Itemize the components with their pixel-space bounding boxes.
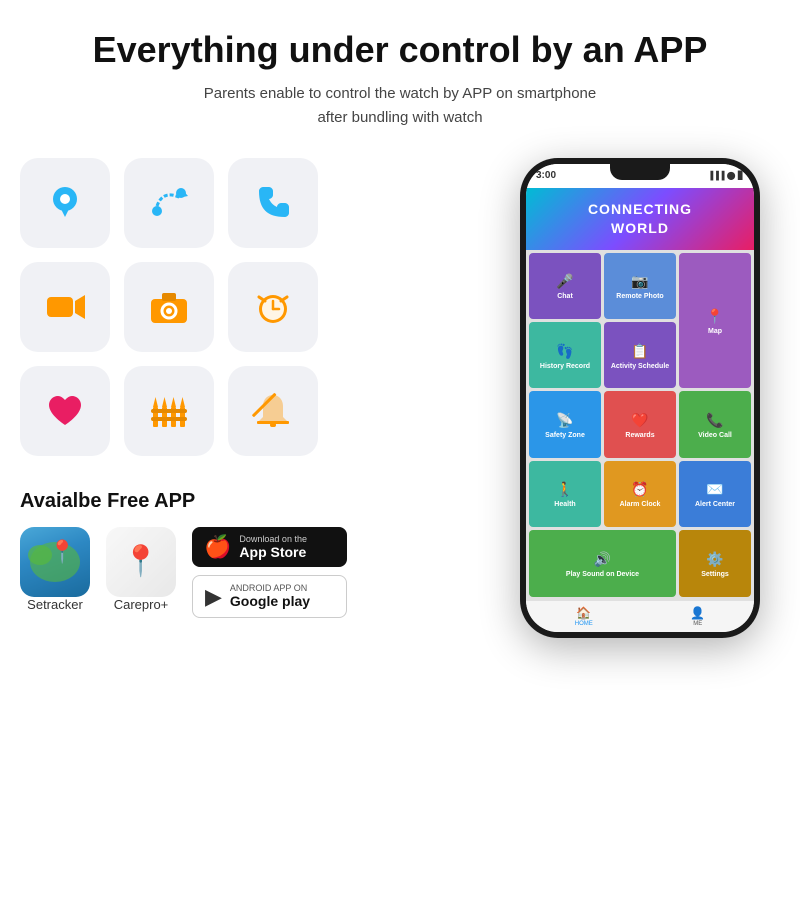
video-icon-box (20, 262, 110, 352)
play-sound-label: Play Sound on Device (566, 571, 639, 578)
page-subtitle: Parents enable to control the watch by A… (204, 82, 596, 130)
carepro-label: Carepro+ (114, 597, 169, 612)
setracker-app: 📍 Setracker (20, 527, 90, 612)
me-nav-label: ME (693, 621, 702, 627)
app-cell-alarm[interactable]: ⏰ Alarm Clock (604, 461, 676, 527)
phone-outer: 3:00 ▐▐▐ ⬤ ▊ CONNECTINGWORLD (520, 158, 760, 638)
app-cell-map[interactable]: 📍 Map (679, 253, 751, 389)
settings-label: Settings (701, 571, 729, 578)
app-header-text: CONNECTINGWORLD (588, 200, 692, 236)
map-label: Map (708, 328, 722, 335)
chat-label: Chat (557, 293, 573, 300)
carepro-app: 📍 Carepro+ (106, 527, 176, 612)
phone-mockup-container: 3:00 ▐▐▐ ⬤ ▊ CONNECTINGWORLD (500, 158, 780, 638)
nav-me[interactable]: 👤 ME (690, 606, 705, 627)
heart-icon-box (20, 366, 110, 456)
app-cell-safety[interactable]: 📡 Safety Zone (529, 391, 601, 457)
phone-signal: ▐▐▐ ⬤ ▊ (707, 171, 744, 180)
alert-icon: ✉️ (706, 481, 723, 498)
setracker-label: Setracker (27, 597, 83, 612)
phone-notch (610, 164, 670, 180)
app-cell-health[interactable]: 🚶 Health (529, 461, 601, 527)
app-cell-remote-photo[interactable]: 📷 Remote Photo (604, 253, 676, 319)
alarm-clock-icon-box (228, 262, 318, 352)
activity-icon: 📋 (631, 343, 648, 360)
phone-screen: CONNECTINGWORLD 🎤 Chat 📷 Remote P (526, 188, 754, 632)
app-header-banner: CONNECTINGWORLD (526, 188, 754, 250)
me-nav-icon: 👤 (690, 606, 705, 620)
route-icon-box (124, 158, 214, 248)
apple-icon: 🍎 (204, 534, 231, 560)
safety-label: Safety Zone (545, 432, 585, 439)
activity-label: Activity Schedule (611, 363, 669, 370)
content-area: Avaialbe Free APP 📍 Setracker 📍 (20, 158, 780, 638)
app-cell-history[interactable]: 👣 History Record (529, 322, 601, 388)
nav-home[interactable]: 🏠 HOME (575, 606, 593, 627)
setracker-icon: 📍 (20, 527, 90, 597)
alarm-icon: ⏰ (631, 481, 648, 498)
phone-icon-box (228, 158, 318, 248)
phone-status-bar: 3:00 ▐▐▐ ⬤ ▊ (526, 164, 754, 188)
phone-time: 3:00 (536, 170, 556, 181)
home-nav-icon: 🏠 (576, 606, 591, 620)
app-cell-settings[interactable]: ⚙️ Settings (679, 530, 751, 596)
appstore-small-text: Download on the (239, 534, 307, 544)
googleplay-big-text: Google play (230, 593, 310, 610)
location-icon-box (20, 158, 110, 248)
free-app-label: Avaialbe Free APP (20, 490, 480, 513)
health-label: Health (554, 501, 575, 508)
page-title: Everything under control by an APP (93, 30, 708, 70)
phone-bottom-nav: 🏠 HOME 👤 ME (526, 600, 754, 632)
remote-photo-icon: 📷 (631, 273, 648, 290)
app-cell-play-sound[interactable]: 🔊 Play Sound on Device (529, 530, 676, 596)
store-buttons: 🍎 Download on the App Store ▶ ANDROID AP… (192, 527, 347, 619)
health-icon: 🚶 (556, 481, 573, 498)
app-cell-activity[interactable]: 📋 Activity Schedule (604, 322, 676, 388)
history-icon: 👣 (556, 343, 573, 360)
chat-icon: 🎤 (556, 273, 573, 290)
free-app-section: Avaialbe Free APP 📍 Setracker 📍 (20, 484, 480, 619)
map-pin-icon: 📍 (49, 539, 76, 565)
appstore-big-text: App Store (239, 544, 307, 561)
fence-icon-box (124, 366, 214, 456)
play-sound-icon: 🔊 (594, 551, 611, 568)
carepro-icon: 📍 (106, 527, 176, 597)
settings-icon: ⚙️ (706, 551, 723, 568)
app-downloads: 📍 Setracker 📍 Carepro+ (20, 527, 480, 619)
app-cell-alert[interactable]: ✉️ Alert Center (679, 461, 751, 527)
googleplay-button[interactable]: ▶ ANDROID APP ON Google play (192, 575, 347, 618)
googleplay-small-text: ANDROID APP ON (230, 583, 310, 593)
google-play-icon: ▶ (205, 584, 222, 610)
home-nav-label: HOME (575, 621, 593, 627)
page-container: Everything under control by an APP Paren… (0, 0, 800, 900)
rewards-icon: ❤️ (631, 412, 648, 429)
safety-icon: 📡 (556, 412, 573, 429)
app-cell-rewards[interactable]: ❤️ Rewards (604, 391, 676, 457)
remote-photo-label: Remote Photo (616, 293, 663, 300)
app-cell-chat[interactable]: 🎤 Chat (529, 253, 601, 319)
camera-icon-box (124, 262, 214, 352)
video-call-icon: 📞 (706, 412, 723, 429)
app-function-grid: 🎤 Chat 📷 Remote Photo 📍 Map (526, 250, 754, 600)
alarm-label: Alarm Clock (620, 501, 661, 508)
phone-inner: 3:00 ▐▐▐ ⬤ ▊ CONNECTINGWORLD (526, 164, 754, 632)
feature-icon-grid (20, 158, 480, 456)
app-cell-video-call[interactable]: 📞 Video Call (679, 391, 751, 457)
alert-label: Alert Center (695, 501, 735, 508)
map-icon: 📍 (706, 308, 723, 325)
rewards-label: Rewards (625, 432, 654, 439)
history-label: History Record (540, 363, 590, 370)
bell-off-icon-box (228, 366, 318, 456)
video-call-label: Video Call (698, 432, 732, 439)
left-panel: Avaialbe Free APP 📍 Setracker 📍 (20, 158, 480, 619)
appstore-button[interactable]: 🍎 Download on the App Store (192, 527, 347, 568)
